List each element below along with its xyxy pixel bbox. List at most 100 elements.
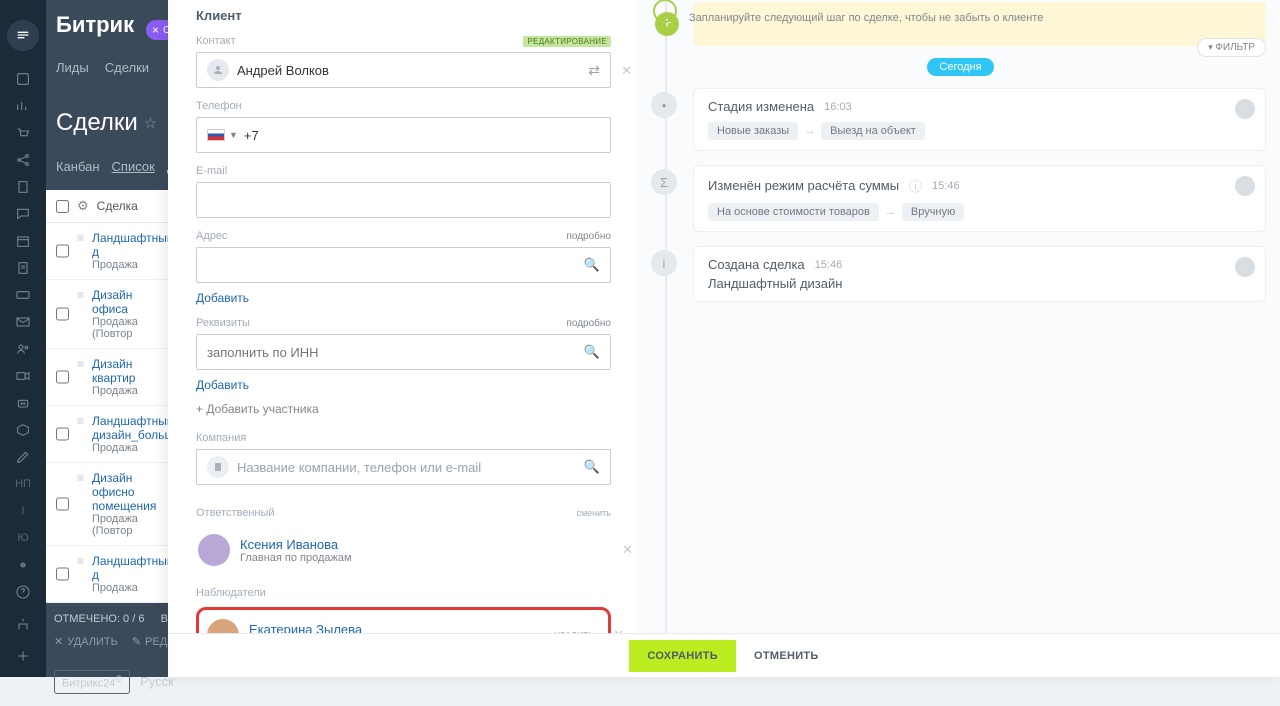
add-icon[interactable] [5,643,41,669]
search-icon[interactable]: 🔍 [584,257,600,273]
deal-name[interactable]: Ландшафтный д [92,554,174,582]
chevron-down-icon[interactable]: ▼ [229,130,238,140]
swap-icon[interactable]: ⇄ [588,62,600,79]
email-field[interactable] [196,182,611,218]
drag-icon[interactable]: ≡ [77,231,84,271]
deal-checkbox[interactable] [56,554,69,594]
timeline: + Запланируйте следующий шаг по сделке, … [635,0,1280,677]
remove-resp-icon[interactable]: ✕ [622,542,633,558]
star-icon[interactable]: ☆ [144,114,157,132]
nav-pen-icon[interactable] [5,444,41,469]
deal-checkbox[interactable] [56,357,69,397]
flag-ru-icon[interactable] [207,129,225,141]
nav-txt-1[interactable]: I [5,498,41,523]
company-field[interactable]: 🔍 [196,449,611,485]
tab-leads[interactable]: Лиды [56,60,89,75]
remove-contact-icon[interactable]: ✕ [621,63,632,79]
b24-chip[interactable]: Битрикс24© [54,670,130,694]
deal-name[interactable]: Дизайн квартир [92,357,170,385]
contact-field[interactable]: Андрей Волков ⇄ ✕ [196,52,611,88]
nav-users-icon[interactable] [5,336,41,361]
deal-name[interactable]: Дизайн офиса [92,288,170,316]
nav-bot-icon[interactable] [5,390,41,415]
nav-txt-0[interactable]: НП [5,471,41,496]
sitemap-icon[interactable] [5,611,41,637]
deal-row[interactable]: ≡Ландшафтный дПродажа [46,223,176,280]
phone-field[interactable]: ▼ +7 [196,117,611,153]
nav-dot-icon[interactable] [5,552,41,577]
drag-icon[interactable]: ≡ [77,357,84,397]
deal-row[interactable]: ≡Дизайн офисно помещенияПродажа (Повтор [46,463,176,546]
event-tag: Новые заказы [708,122,798,140]
deal-checkbox[interactable] [56,414,69,454]
event-title: Создана сделка [708,257,805,272]
req-field[interactable]: 🔍 [196,334,611,370]
add-participant[interactable]: + Добавить участника [196,402,611,416]
nav-doc-icon[interactable] [5,175,41,200]
nav-video-icon[interactable] [5,363,41,388]
address-field[interactable]: 🔍 [196,247,611,283]
delete-action[interactable]: ✕ УДАЛИТЬ [54,635,118,648]
cancel-button[interactable]: ОТМЕНИТЬ [754,650,819,662]
company-input[interactable] [237,460,584,475]
search-icon[interactable]: 🔍 [584,344,600,360]
resp-role: Главная по продажам [240,552,352,564]
nav-chat-icon[interactable] [5,202,41,227]
deal-name[interactable]: Ландшафтный д [92,231,174,259]
responsible-person[interactable]: Ксения ИвановаГлавная по продажам ✕ [196,527,611,573]
save-button[interactable]: СОХРАНИТЬ [629,640,736,672]
subtab-list[interactable]: Список [112,159,155,174]
deal-checkbox[interactable] [56,231,69,271]
nav-share-icon[interactable] [5,148,41,173]
drag-icon[interactable]: ≡ [77,471,84,537]
req-input[interactable] [207,345,584,360]
deal-row[interactable]: ≡ Ландшафтный дПродажа [46,546,176,603]
panel-footer: СОХРАНИТЬ ОТМЕНИТЬ [168,633,1280,677]
address-input[interactable] [207,258,584,273]
deal-row[interactable]: ≡Дизайн офисаПродажа (Повтор [46,280,176,349]
help-icon[interactable] [5,579,41,605]
search-icon[interactable]: 🔍 [584,459,600,475]
select-all-checkbox[interactable] [56,200,69,213]
tab-deals[interactable]: Сделки [105,60,149,75]
drag-icon[interactable]: ≡ [77,288,84,340]
nav-feed-icon[interactable] [5,67,41,92]
subtab-kanban[interactable]: Канбан [56,159,100,174]
phone-label: Телефон [196,100,611,112]
deal-row[interactable]: ≡Дизайн квартирПродажа [46,349,176,406]
phone-input[interactable] [259,128,600,143]
gear-icon[interactable]: ⚙ [77,198,89,214]
deal-name[interactable]: Дизайн офисно помещения [92,471,170,513]
nav-page-icon[interactable] [5,256,41,281]
deal-row[interactable]: ≡Ландшафтный дизайн_большоПродажа [46,406,176,463]
filter-button[interactable]: ФИЛЬТР [1197,38,1266,57]
req-more[interactable]: подробно [566,318,611,329]
nav-cart-icon[interactable] [5,121,41,146]
nav-mail-icon[interactable] [5,309,41,334]
nav-card-icon[interactable] [5,282,41,307]
nav-cal-icon[interactable] [5,229,41,254]
drag-icon[interactable]: ≡ [77,414,84,454]
email-label: E-mail [196,165,611,177]
event-time: 16:03 [824,101,852,113]
nav-box-icon[interactable] [5,417,41,442]
event-card[interactable]: Изменён режим расчёта суммы ⓘ15:46На осн… [693,165,1266,232]
nav-txt-2[interactable]: Ю [5,525,41,550]
address-more[interactable]: подробно [566,231,611,242]
add-req[interactable]: Добавить [196,378,249,392]
deal-sub: Продажа [92,582,174,594]
plan-card[interactable]: + Запланируйте следующий шаг по сделке, … [693,2,1266,46]
deal-checkbox[interactable] [56,288,69,340]
add-address[interactable]: Добавить [196,291,249,305]
event-card[interactable]: Стадия изменена16:03Новые заказы→Выезд н… [693,88,1266,151]
page-title-text: Сделки [56,109,138,137]
logo-icon[interactable] [7,20,39,51]
email-input[interactable] [207,193,600,208]
change-resp[interactable]: сменить [576,508,611,518]
event-icon: • [651,92,677,118]
drag-icon[interactable]: ≡ [77,554,84,594]
event-card[interactable]: Создана сделка15:46Ландшафтный дизайн [693,246,1266,302]
deal-checkbox[interactable] [56,471,69,537]
resp-name[interactable]: Ксения Иванова [240,537,352,552]
nav-chart-icon[interactable] [5,94,41,119]
